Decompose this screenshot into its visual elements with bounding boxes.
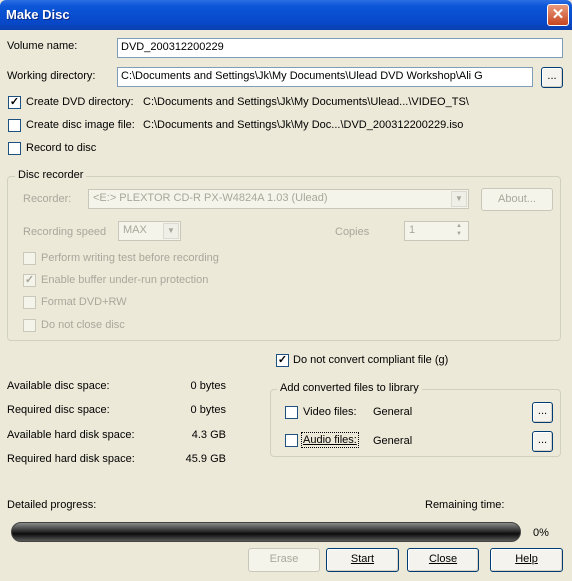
copies-label: Copies [335, 226, 370, 238]
audio-files-value: General [373, 435, 413, 447]
working-directory-browse-button[interactable]: ... [541, 67, 563, 88]
audio-files-browse-button[interactable]: ... [532, 431, 553, 452]
create-dvd-directory-path: C:\Documents and Settings\Jk\My Document… [143, 96, 469, 108]
spin-up-icon[interactable]: ▲ [451, 223, 467, 231]
format-dvdrw-label: Format DVD+RW [41, 296, 127, 308]
writing-test-checkbox[interactable] [23, 252, 36, 265]
recorder-select[interactable]: <E:> PLEXTOR CD-R PX-W4824A 1.03 (Ulead)… [88, 189, 469, 209]
create-disc-image-checkbox[interactable] [8, 119, 21, 132]
remaining-time-label: Remaining time: [425, 499, 505, 511]
about-button[interactable]: About... [481, 188, 553, 211]
library-legend: Add converted files to library [277, 382, 422, 394]
disc-recorder-legend: Disc recorder [15, 169, 87, 181]
create-dvd-directory-label: Create DVD directory: [26, 96, 134, 108]
create-dvd-directory-checkbox[interactable]: ✓ [8, 96, 21, 109]
working-directory-input[interactable]: C:\Documents and Settings\Jk\My Document… [117, 67, 533, 87]
writing-test-label: Perform writing test before recording [41, 252, 219, 264]
close-icon: ✕ [551, 6, 565, 23]
title-bar[interactable]: Make Disc ✕ [0, 0, 572, 30]
window-title: Make Disc [6, 7, 70, 22]
do-not-convert-label: Do not convert compliant file (g) [293, 354, 449, 366]
recording-speed-label: Recording speed [23, 226, 107, 238]
progress-bar [11, 522, 521, 542]
audio-files-label: Audio files: [301, 432, 359, 448]
video-files-value: General [373, 406, 413, 418]
close-button[interactable]: Close [407, 548, 479, 572]
spin-down-icon[interactable]: ▼ [451, 231, 467, 239]
required-disc-space-value: 0 bytes [190, 404, 226, 416]
record-to-disc-checkbox[interactable] [8, 142, 21, 155]
start-button[interactable]: Start [326, 548, 399, 572]
do-not-convert-checkbox[interactable]: ✓ [276, 354, 289, 367]
recording-speed-select[interactable]: MAX ▼ [118, 221, 181, 241]
copies-spinner[interactable]: 1 ▲ ▼ [404, 221, 469, 241]
check-icon: ✓ [9, 96, 20, 108]
video-files-browse-button[interactable]: ... [532, 402, 553, 423]
video-files-checkbox[interactable] [285, 406, 298, 419]
help-button[interactable]: Help [490, 548, 563, 572]
working-directory-label: Working directory: [7, 70, 96, 82]
progress-percent: 0% [533, 527, 549, 539]
available-disc-space-value: 0 bytes [190, 380, 226, 392]
record-to-disc-label: Record to disc [26, 142, 97, 154]
do-not-close-disc-label: Do not close disc [41, 319, 125, 331]
chevron-down-icon: ▼ [451, 191, 467, 207]
recording-speed-value: MAX [123, 224, 147, 236]
audio-files-checkbox[interactable] [285, 434, 298, 447]
detailed-progress-label: Detailed progress: [7, 499, 97, 511]
required-disc-space-label: Required disc space: [7, 404, 110, 416]
chevron-down-icon: ▼ [163, 223, 179, 239]
available-disc-space-label: Available disc space: [7, 380, 110, 392]
check-icon: ✓ [24, 274, 35, 286]
buffer-underrun-label: Enable buffer under-run protection [41, 274, 209, 286]
recorder-label: Recorder: [23, 193, 72, 205]
create-disc-image-path: C:\Documents and Settings\Jk\My Doc...\D… [143, 119, 464, 131]
recorder-select-value: <E:> PLEXTOR CD-R PX-W4824A 1.03 (Ulead) [93, 192, 328, 204]
do-not-close-disc-checkbox[interactable] [23, 319, 36, 332]
copies-value: 1 [409, 224, 416, 236]
buffer-underrun-checkbox[interactable]: ✓ [23, 274, 36, 287]
format-dvdrw-checkbox[interactable] [23, 296, 36, 309]
required-hdd-space-value: 45.9 GB [185, 453, 226, 465]
erase-button[interactable]: Erase [248, 548, 320, 572]
required-hdd-space-label: Required hard disk space: [7, 453, 135, 465]
check-icon: ✓ [277, 354, 288, 366]
volume-name-input[interactable]: DVD_200312200229 [117, 38, 563, 58]
video-files-label: Video files: [303, 406, 357, 418]
create-disc-image-label: Create disc image file: [26, 119, 135, 131]
available-hdd-space-value: 4.3 GB [191, 429, 226, 441]
available-hdd-space-label: Available hard disk space: [7, 429, 135, 441]
close-window-button[interactable]: ✕ [547, 4, 569, 26]
volume-name-label: Volume name: [7, 40, 78, 52]
